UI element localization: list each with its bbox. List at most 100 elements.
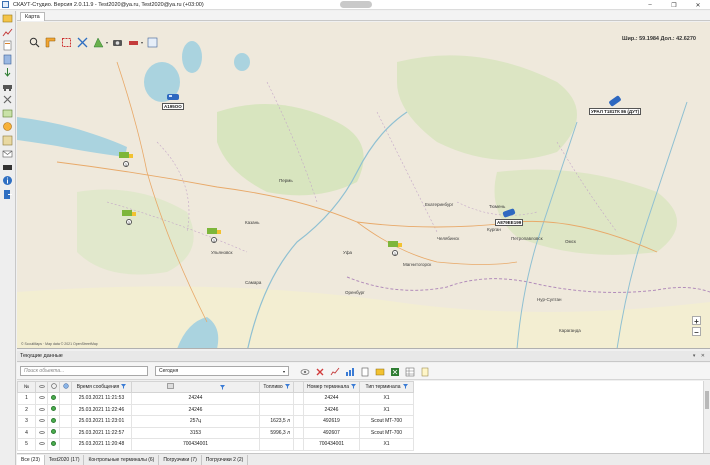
tab-loaders[interactable]: Погрузчики (7)	[159, 454, 202, 465]
delete-icon[interactable]	[314, 366, 325, 377]
filter-icon[interactable]	[121, 384, 127, 390]
drag-handle[interactable]	[340, 1, 372, 8]
chart-icon[interactable]	[2, 27, 13, 38]
table-row[interactable]: 3 25.03.2021 11:23:01 257ц 1623,5 л 4926…	[17, 415, 414, 428]
period-select[interactable]: Сегодня ▾	[155, 366, 289, 376]
chevron-down-icon[interactable]: ▾	[106, 40, 108, 45]
cell-visibility[interactable]	[35, 426, 48, 439]
city-label: Магнитогорск	[403, 262, 432, 267]
maximize-button[interactable]: ❐	[662, 0, 686, 10]
city-label: Оренбург	[345, 290, 365, 295]
online-status-icon	[51, 417, 56, 423]
vehicle-marker[interactable]: A195ОО	[162, 92, 184, 110]
vehicle-marker[interactable]: УРАЛ Т181ТК 86 (ДУТ)	[589, 95, 642, 115]
column-header-object[interactable]	[131, 381, 260, 393]
table-row[interactable]: 4 25.03.2021 11:22:57 3153 5996,3 л 4926…	[17, 426, 414, 439]
panel-header: Текущие данные ▾ ✕	[17, 351, 710, 362]
route-icon[interactable]	[2, 135, 13, 146]
track-icon[interactable]	[127, 36, 140, 49]
book-icon[interactable]	[2, 54, 13, 65]
tab-loaders-2[interactable]: Погрузчики 2 (2)	[202, 454, 249, 465]
search-input[interactable]: Поиск объекта...	[20, 366, 148, 376]
table-row[interactable]: 5 25.03.2021 11:20:48 700434001 70043400…	[17, 438, 414, 451]
download-icon[interactable]	[2, 67, 13, 78]
cell-empty	[293, 392, 304, 405]
cell-time: 25.03.2021 11:22:46	[71, 403, 132, 416]
cell-number: 3	[17, 415, 36, 428]
column-header-time[interactable]: Время сообщения	[71, 381, 132, 393]
cell-status	[47, 426, 60, 439]
zoom-in-button[interactable]: +	[692, 316, 701, 326]
truck-icon[interactable]	[2, 81, 13, 92]
cell-visibility[interactable]	[35, 403, 48, 416]
vehicle-marker[interactable]: 1	[387, 239, 403, 256]
line-chart-icon[interactable]	[329, 366, 340, 377]
column-header-visibility[interactable]	[35, 381, 48, 393]
vehicle-marker[interactable]: 1	[118, 150, 134, 167]
vehicle-marker[interactable]: 1	[121, 208, 137, 225]
columns-icon[interactable]	[374, 366, 385, 377]
layers-icon[interactable]	[146, 36, 159, 49]
bar-chart-icon[interactable]	[344, 366, 355, 377]
mail-icon[interactable]	[2, 148, 13, 159]
filter-icon[interactable]	[284, 384, 290, 390]
tools-icon[interactable]	[2, 94, 13, 105]
report-icon[interactable]	[359, 366, 370, 377]
map-view[interactable]: Пермь Тюмень Омск Екатеринбург Челябинск…	[17, 22, 710, 349]
alert-icon[interactable]	[2, 121, 13, 132]
zoom-search-icon[interactable]	[28, 36, 41, 49]
vehicle-marker[interactable]: А879ЕЕ199	[495, 208, 524, 226]
column-header-number[interactable]: №	[17, 381, 36, 393]
cell-empty	[59, 438, 72, 451]
filter-icon[interactable]	[402, 384, 408, 390]
minimize-button[interactable]: –	[638, 0, 662, 10]
tab-all[interactable]: Все (23)	[17, 454, 45, 465]
cell-time: 25.03.2021 11:20:48	[71, 438, 132, 451]
column-header-fuel[interactable]: Топливо	[259, 381, 294, 393]
object-icon	[166, 383, 174, 389]
exit-icon[interactable]	[2, 189, 13, 200]
close-button[interactable]: ✕	[686, 0, 710, 10]
table-icon[interactable]	[404, 366, 415, 377]
cell-visibility[interactable]	[35, 415, 48, 428]
column-header-status[interactable]	[59, 381, 72, 393]
globe-icon	[62, 383, 69, 389]
info-icon[interactable]	[2, 175, 13, 186]
tab-control-terminals[interactable]: Контрольные терминалы (6)	[84, 454, 160, 465]
vehicle-marker[interactable]: 1	[206, 226, 222, 243]
vehicle-icon[interactable]	[2, 162, 13, 173]
camera-icon[interactable]	[111, 36, 124, 49]
area-select-icon[interactable]	[60, 36, 73, 49]
column-header-terminal-number[interactable]: Номер терминала	[303, 381, 360, 393]
geozone-icon[interactable]	[92, 36, 105, 49]
eye-icon	[38, 430, 45, 434]
panel-controls[interactable]: ▾ ✕	[693, 353, 707, 359]
panel-title: Текущие данные	[20, 353, 63, 359]
filter-icon[interactable]	[219, 385, 225, 391]
report-icon[interactable]	[2, 40, 13, 51]
vehicle-label: УРАЛ Т181ТК 86 (ДУТ)	[589, 108, 642, 115]
table-row[interactable]: 2 25.03.2021 11:22:46 24246 24246 X1	[17, 403, 414, 416]
note-icon[interactable]	[419, 366, 430, 377]
monitoring-icon[interactable]	[2, 13, 13, 24]
scrollbar-thumb[interactable]	[705, 391, 709, 409]
cell-visibility[interactable]	[35, 392, 48, 405]
vehicle-count: 1	[211, 237, 217, 243]
cell-visibility[interactable]	[35, 438, 48, 451]
filter-icon[interactable]	[351, 384, 357, 390]
column-header-link[interactable]	[47, 381, 60, 393]
column-header-terminal-type[interactable]: Тип терминала	[359, 381, 414, 393]
cell-terminal-type: X1	[359, 403, 414, 416]
table-row[interactable]: 1 25.03.2021 11:21:53 24244 24244 X1	[17, 392, 414, 405]
tab-map[interactable]: Карта	[20, 12, 45, 21]
table-scrollbar[interactable]	[703, 381, 710, 453]
ruler-icon[interactable]	[44, 36, 57, 49]
map-icon[interactable]	[2, 108, 13, 119]
tab-test2020[interactable]: Test2020 (17)	[45, 454, 85, 465]
chevron-down-icon[interactable]: ▾	[141, 40, 143, 45]
export-excel-icon[interactable]	[389, 366, 400, 377]
eye-filter-icon[interactable]	[299, 366, 310, 377]
fullscreen-icon[interactable]	[76, 36, 89, 49]
eye-icon	[38, 419, 45, 423]
zoom-out-button[interactable]: –	[692, 327, 701, 337]
